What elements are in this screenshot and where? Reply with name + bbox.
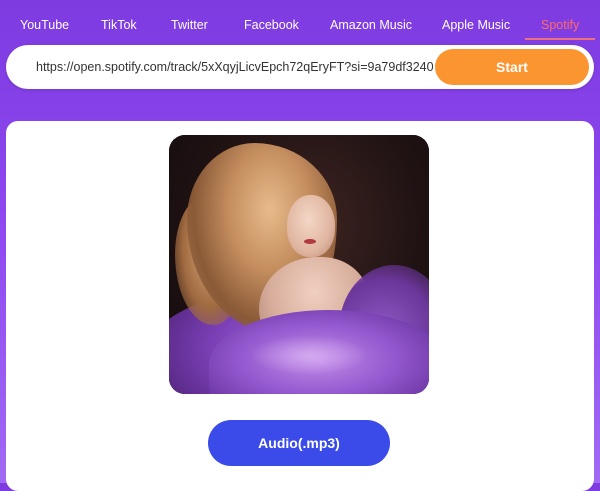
tab-facebook[interactable]: Facebook — [244, 18, 299, 32]
artwork-lips — [304, 239, 316, 244]
album-artwork — [169, 135, 429, 394]
tab-tiktok[interactable]: TikTok — [101, 18, 137, 32]
artwork-face — [287, 195, 335, 257]
tab-amazon-music[interactable]: Amazon Music — [330, 18, 412, 32]
url-search-bar: Start — [6, 45, 594, 89]
tab-apple-music[interactable]: Apple Music — [442, 18, 510, 32]
url-input[interactable] — [36, 57, 434, 77]
start-button[interactable]: Start — [435, 49, 589, 85]
result-card: Audio(.mp3) — [6, 121, 594, 491]
tab-twitter[interactable]: Twitter — [171, 18, 208, 32]
platform-tabs: YouTube TikTok Twitter Facebook Amazon M… — [0, 0, 600, 44]
download-audio-mp3-button[interactable]: Audio(.mp3) — [208, 420, 390, 466]
artwork-tulle-shine — [249, 335, 369, 375]
tab-youtube[interactable]: YouTube — [20, 18, 69, 32]
active-tab-indicator — [525, 38, 595, 40]
tab-spotify[interactable]: Spotify — [541, 18, 579, 32]
